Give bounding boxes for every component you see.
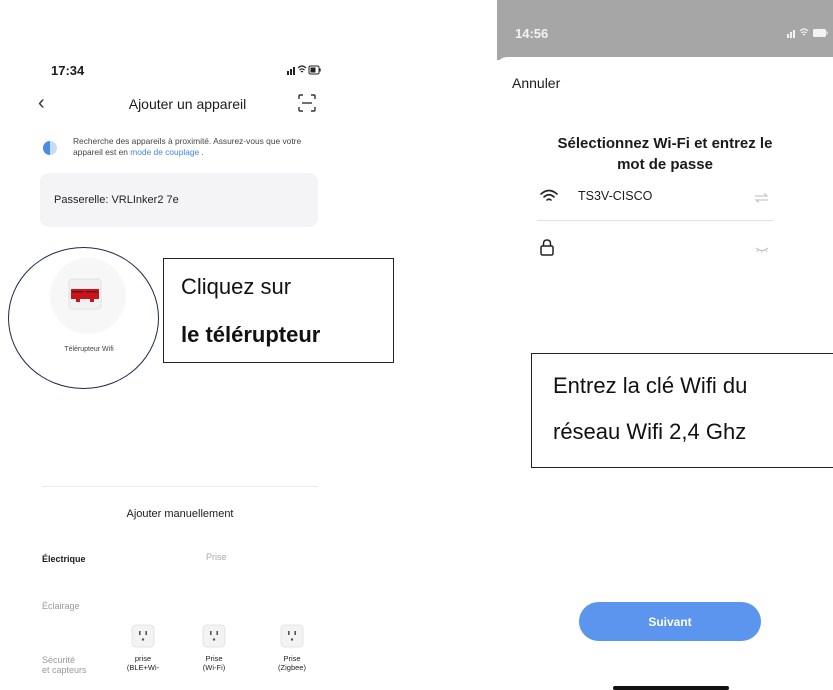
category-lighting[interactable]: Éclairage <box>42 601 80 611</box>
plug-item-label: prise (BLE+Wi- <box>126 654 160 672</box>
field-divider <box>537 220 773 221</box>
status-time: 17:34 <box>51 63 85 78</box>
callout-line-2: le télérupteur <box>181 322 321 347</box>
hide-password-icon[interactable] <box>755 247 769 253</box>
plug-item-zigbee[interactable]: Prise (Zigbee) <box>272 624 312 684</box>
gateway-card[interactable]: Passerelle: VRLInker2 7e <box>40 173 318 227</box>
callout-line-2: réseau Wifi 2,4 Ghz <box>553 419 747 444</box>
wifi-ssid[interactable]: TS3V-CISCO <box>578 189 652 203</box>
section-divider <box>42 486 318 487</box>
home-indicator <box>613 686 729 690</box>
plug-icon <box>280 624 304 648</box>
plug-icon <box>202 624 226 648</box>
highlight-circle <box>8 247 159 389</box>
plug-item-label: Prise (Wi-Fi) <box>202 654 226 672</box>
right-phone-screen: 14:56 Annuler Sélectionnez Wi-Fi et entr… <box>497 0 833 690</box>
scan-icon[interactable] <box>298 94 316 112</box>
status-indicators-icon <box>787 28 828 38</box>
gateway-label: Passerelle: VRLInker2 7e <box>54 194 179 206</box>
cancel-button[interactable]: Annuler <box>512 75 560 91</box>
pairing-mode-link[interactable]: mode de couplage <box>130 147 199 157</box>
instruction-callout: Cliquez sur le télérupteur <box>163 258 394 363</box>
plug-item-ble-wifi[interactable]: prise (BLE+Wi- <box>123 624 163 684</box>
searching-indicator-icon <box>43 141 57 155</box>
password-input[interactable] <box>577 236 747 258</box>
category-electrical[interactable]: Électrique <box>42 554 86 564</box>
callout-line-1: Cliquez sur <box>181 274 292 299</box>
lock-icon <box>540 239 554 256</box>
instruction-callout: Entrez la clé Wifi du réseau Wifi 2,4 Gh… <box>531 353 833 468</box>
wifi-icon <box>540 189 558 201</box>
status-indicators-icon <box>287 65 321 75</box>
sheet-title: Sélectionnez Wi-Fi et entrez le mot de p… <box>557 135 773 173</box>
manual-add-title: Ajouter manuellement <box>126 508 234 520</box>
status-time: 14:56 <box>515 26 549 41</box>
callout-line-1: Entrez la clé Wifi du <box>553 373 748 398</box>
search-info-text: Recherche des appareils à proximité. Ass… <box>73 136 302 157</box>
left-phone-screen: 17:34 ‹ Ajouter un appareil Recherche de… <box>0 0 394 690</box>
plug-item-label: Prise (Zigbee) <box>278 654 306 672</box>
plug-item-wifi[interactable]: Prise (Wi-Fi) <box>194 624 234 684</box>
category-header-plug: Prise <box>206 552 227 562</box>
plug-icon <box>131 624 155 648</box>
category-security[interactable]: Sécurité et capteurs <box>42 655 87 675</box>
next-button[interactable]: Suivant <box>579 602 761 641</box>
switch-network-icon[interactable] <box>754 193 769 203</box>
